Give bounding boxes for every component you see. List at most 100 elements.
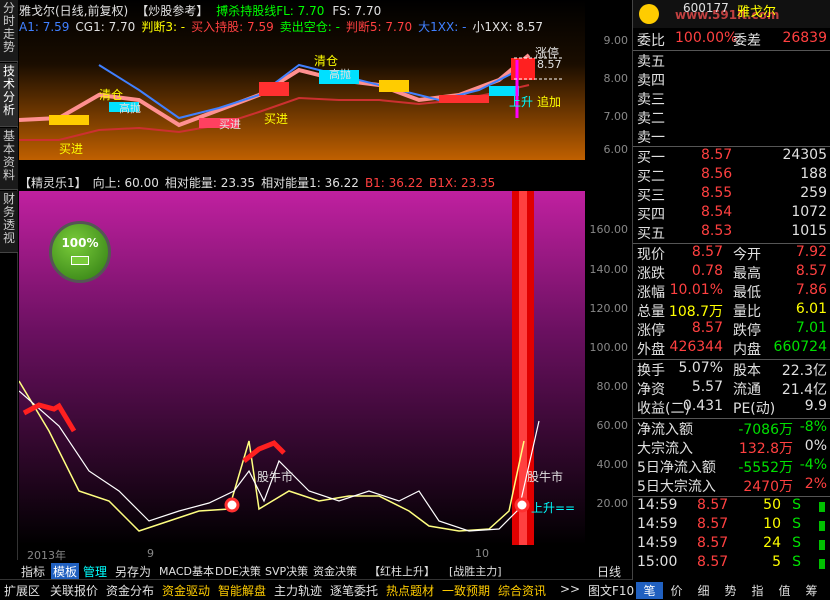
axis-label: 6.00 [603, 143, 629, 156]
quote-panel: www.591lt.com 600177 雅戈尔 委比 100.00% 委差 2… [632, 0, 830, 580]
tab-save-as[interactable]: 另存为 [115, 563, 151, 580]
marker-circle-2 [514, 497, 530, 513]
axis-label: 160.00 [589, 223, 629, 236]
quote-label: 外盘 [637, 342, 665, 358]
ann-maijin-2: 买进 [264, 112, 289, 126]
rtab-5[interactable]: 值 [771, 582, 798, 599]
tick-row: 15:00 8.57 5 S [637, 554, 829, 573]
buy-label: 买四 [637, 207, 665, 223]
rtab-3[interactable]: 势 [717, 582, 744, 599]
chart-tab-bar: 指标 模板 管理 另存为 MACD基本 DDE决策 SVP决策 资金决策 【红柱… [19, 561, 621, 580]
vtab-finance[interactable]: 财务透视 [0, 191, 18, 253]
quote-value: 7.01 [795, 320, 827, 336]
tab-template[interactable]: 模板 [51, 563, 80, 580]
axis-label: 140.00 [589, 263, 629, 276]
tick-row: 14:59 8.57 50 S [637, 497, 829, 516]
tab-red-bar[interactable]: 【红柱上升】 [369, 563, 435, 579]
buy-label: 买三 [637, 188, 665, 204]
info-item: B1: 36.22 [364, 176, 424, 190]
info-item: 【炒股参考】 [136, 4, 209, 18]
quote-row: 现价 8.57 今开 7.92 [637, 244, 829, 263]
tick-bar [819, 540, 825, 550]
tab-beat-main[interactable]: [战胜主力] [449, 563, 502, 579]
buy-price: 8.53 [701, 223, 733, 239]
fund-value: 0.431 [682, 398, 723, 414]
tab-daily[interactable]: 日线 [597, 563, 621, 580]
rtab-1[interactable]: 价 [663, 582, 690, 599]
buy-volume: 1015 [791, 223, 827, 239]
tab-hot-topics[interactable]: 热点题材 [386, 582, 434, 599]
axis-label: 100.00 [589, 341, 629, 354]
axis-label: 120.00 [589, 302, 629, 315]
vtab-technical[interactable]: 技术分析 [0, 63, 18, 127]
info-item: B1X: 23.35 [429, 176, 496, 190]
axis-label: 7.00 [603, 110, 629, 123]
tab-more[interactable]: >> [560, 582, 580, 596]
indicator-chart[interactable]: 100% 股牛市 股牛市 上升== [19, 191, 585, 545]
info-item: 判断3: - [141, 20, 186, 34]
tick-price: 8.57 [697, 516, 729, 532]
tab-dde[interactable]: DDE决策 [215, 563, 261, 579]
info-item: FS: 7.70 [332, 4, 382, 18]
tab-manage[interactable]: 管理 [83, 563, 107, 580]
tab-consensus[interactable]: 一致预期 [442, 582, 490, 599]
quote-label: 内盘 [733, 342, 761, 358]
indicator-axis: 160.00 140.00 120.00 100.00 80.00 60.00 … [585, 191, 632, 545]
battery-widget[interactable]: 100% [49, 221, 111, 283]
flow-label: 净流入额 [637, 422, 693, 438]
tab-main-track[interactable]: 主力轨迹 [274, 582, 322, 599]
fund-value: 9.9 [804, 398, 827, 414]
tick-time: 14:59 [637, 535, 678, 551]
rtab-6[interactable]: 筹 [798, 582, 825, 599]
tab-fund-drive[interactable]: 资金驱动 [162, 582, 210, 599]
rtab-2[interactable]: 细 [690, 582, 717, 599]
tab-related-quote[interactable]: 关联报价 [50, 582, 98, 599]
quote-label: 涨跌 [637, 266, 665, 282]
fund-label: PE(动) [733, 401, 776, 417]
fund-label: 流通 [733, 382, 761, 398]
ann-gaopao-2: 高抛 [329, 68, 351, 81]
tab-smart-analysis[interactable]: 智能解盘 [218, 582, 266, 599]
tab-news[interactable]: 综合资讯 [498, 582, 546, 599]
axis-label: 8.00 [603, 72, 629, 85]
axis-label: 60.00 [596, 419, 629, 432]
quote-value: 426344 [669, 339, 723, 355]
tick-time: 14:59 [637, 516, 678, 532]
tab-order-detail[interactable]: 逐笔委托 [330, 582, 378, 599]
fund-value: 21.4亿 [781, 382, 827, 398]
weibi-row: 委比 100.00% 委差 26839 [637, 30, 829, 49]
tab-fund-dist[interactable]: 资金分布 [106, 582, 154, 599]
sell-row: 卖二 [637, 108, 829, 127]
quote-label: 跌停 [733, 323, 761, 339]
candle-block [49, 115, 89, 125]
quote-value: 660724 [773, 339, 827, 355]
vtab-basic[interactable]: 基本资料 [0, 128, 18, 190]
tab-fund-decision[interactable]: 资金决策 [313, 563, 357, 579]
flow-row: 5日大宗流入 2470万 2% [637, 476, 829, 495]
weibi-value: 100.00% [675, 30, 738, 46]
buy-label: 买二 [637, 169, 665, 185]
vtab-intraday[interactable]: 分时走势 [0, 0, 18, 62]
info-item: 大1XX: - [418, 20, 467, 34]
series-line-2 [19, 390, 540, 532]
tab-macd[interactable]: MACD基本 [159, 563, 214, 579]
tab-f10[interactable]: 图文F10 [588, 582, 634, 599]
weibi-label: 委比 [637, 33, 665, 49]
fund-row: 换手 5.07% 股本 22.3亿 [637, 360, 829, 379]
sell-label: 卖三 [637, 92, 665, 108]
rtab-0[interactable]: 笔 [636, 582, 663, 599]
axis-label: 40.00 [596, 458, 629, 471]
buy-price: 8.57 [701, 147, 733, 163]
buy-price: 8.54 [701, 204, 733, 220]
tab-indicator[interactable]: 指标 [21, 563, 45, 580]
fund-value: 22.3亿 [781, 363, 827, 379]
quote-label: 现价 [637, 247, 665, 263]
tab-extend[interactable]: 扩展区 [4, 582, 40, 599]
fund-value: 5.07% [678, 360, 723, 376]
rtab-4[interactable]: 指 [744, 582, 771, 599]
sell-label: 卖一 [637, 130, 665, 146]
tab-svp[interactable]: SVP决策 [265, 563, 308, 579]
quote-value: 6.01 [795, 301, 827, 317]
buy-volume: 24305 [782, 147, 827, 163]
tick-price: 8.57 [697, 497, 729, 513]
